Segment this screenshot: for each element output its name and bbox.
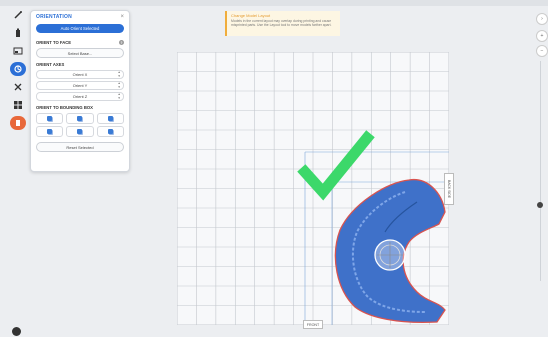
panel-title: ORIENTATION bbox=[36, 14, 72, 20]
resin-bottle-icon bbox=[16, 28, 20, 37]
close-icon[interactable]: × bbox=[120, 14, 124, 20]
stepper-arrows-icon[interactable]: ▴ ▾ bbox=[118, 81, 120, 89]
auto-orient-button[interactable]: Auto Orient Selected bbox=[36, 24, 124, 33]
bbox-button[interactable] bbox=[66, 113, 94, 124]
back-side-label: BACK SIDE bbox=[444, 173, 454, 205]
zoom-slider-thumb[interactable] bbox=[537, 202, 543, 208]
cube-face-icon bbox=[77, 129, 83, 134]
orient-y-stepper[interactable]: Orient Y ▴ ▾ bbox=[36, 81, 124, 90]
reset-selected-button[interactable]: Reset Selected bbox=[36, 142, 124, 152]
resin-tool[interactable] bbox=[10, 26, 26, 40]
bbox-button[interactable] bbox=[96, 126, 124, 137]
bbox-section: ORIENT TO BOUNDING BOX bbox=[31, 101, 129, 111]
left-toolbar bbox=[8, 6, 28, 337]
stepper-arrows-icon[interactable]: ▴ ▾ bbox=[118, 92, 120, 100]
bbox-button[interactable] bbox=[36, 126, 64, 137]
collapse-icon[interactable]: › bbox=[536, 13, 548, 25]
support-tool[interactable] bbox=[10, 80, 26, 94]
zoom-in-icon[interactable]: + bbox=[536, 30, 548, 42]
support-icon bbox=[14, 83, 22, 91]
orient-y-label: Orient Y bbox=[72, 83, 88, 88]
orient-axes-heading: ORIENT AXES bbox=[36, 62, 65, 67]
cube-face-icon bbox=[107, 116, 113, 121]
select-base-button[interactable]: Select Base... bbox=[36, 48, 124, 58]
notice-title: Change Model Layout bbox=[231, 13, 271, 18]
cube-face-icon bbox=[47, 129, 53, 134]
zoom-slider-track[interactable] bbox=[540, 61, 541, 281]
layout-tool[interactable] bbox=[10, 44, 26, 58]
print-icon bbox=[16, 120, 20, 126]
panel-header: ORIENTATION × bbox=[31, 11, 129, 22]
orient-to-face-section: ORIENT TO FACE ? bbox=[31, 36, 129, 46]
help-icon[interactable]: ? bbox=[119, 40, 124, 45]
cube-face-icon bbox=[47, 116, 53, 121]
bbox-button[interactable] bbox=[66, 126, 94, 137]
orientation-tool[interactable] bbox=[10, 62, 26, 76]
notice-body: Models in the current layout may overlap… bbox=[231, 19, 332, 27]
orient-x-label: Orient X bbox=[72, 72, 88, 77]
orient-x-stepper[interactable]: Orient X ▴ ▾ bbox=[36, 70, 124, 79]
orient-to-face-heading: ORIENT TO FACE bbox=[36, 40, 72, 45]
layout-warning-notice: Change Model Layout Models in the curren… bbox=[225, 11, 340, 36]
right-sidebar: › + − bbox=[532, 6, 548, 337]
bbox-button[interactable] bbox=[36, 113, 64, 124]
layout-icon bbox=[13, 47, 23, 55]
cube-face-icon bbox=[107, 129, 113, 134]
orient-z-stepper[interactable]: Orient Z ▴ ▾ bbox=[36, 92, 124, 101]
stepper-arrows-icon[interactable]: ▴ ▾ bbox=[118, 70, 120, 78]
bbox-heading: ORIENT TO BOUNDING BOX bbox=[36, 105, 93, 110]
orientation-panel: ORIENTATION × Auto Orient Selected ORIEN… bbox=[30, 10, 130, 172]
orient-axes-section: ORIENT AXES bbox=[31, 58, 129, 68]
orientation-icon bbox=[14, 65, 22, 73]
magic-wand-icon bbox=[14, 11, 22, 19]
print-tool[interactable] bbox=[10, 116, 26, 130]
build-plate-canvas[interactable] bbox=[177, 52, 449, 325]
bbox-button[interactable] bbox=[96, 113, 124, 124]
orient-z-label: Orient Z bbox=[72, 94, 88, 99]
top-bar bbox=[0, 0, 548, 6]
front-label: FRONT bbox=[303, 320, 323, 329]
zoom-out-icon[interactable]: − bbox=[536, 45, 548, 57]
grid-icon bbox=[14, 101, 22, 109]
cube-face-icon bbox=[77, 116, 83, 121]
help-icon[interactable] bbox=[12, 327, 21, 336]
grid-tool[interactable] bbox=[10, 98, 26, 112]
bbox-button-grid bbox=[36, 113, 124, 137]
magic-wand-tool[interactable] bbox=[10, 8, 26, 22]
